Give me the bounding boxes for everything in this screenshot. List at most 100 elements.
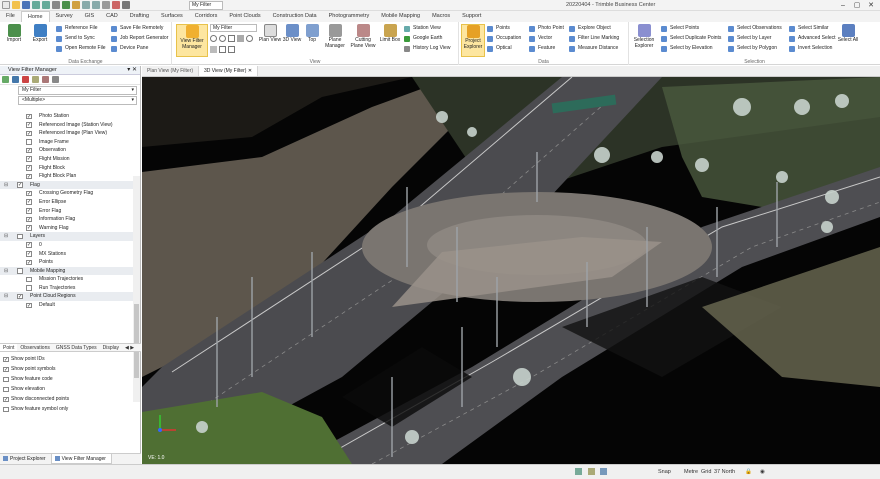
tree-row[interactable]: Flight Block (0, 164, 133, 173)
tree-checkbox[interactable] (26, 216, 32, 223)
lock-icon[interactable]: 🔒 (745, 469, 752, 475)
tree-row[interactable]: Points (0, 258, 133, 267)
redo-icon[interactable] (42, 1, 50, 9)
tree-checkbox[interactable] (26, 113, 32, 119)
tree-row[interactable]: Observation (0, 146, 133, 155)
plane-manager-button[interactable]: Plane Manager (322, 24, 348, 49)
tab-support[interactable]: Support (456, 11, 487, 22)
filter-settings-icon[interactable] (52, 76, 59, 83)
minimize-icon[interactable]: – (836, 0, 850, 11)
grid-indicator[interactable]: Grid (701, 468, 711, 476)
tab-home[interactable]: Home (20, 11, 50, 22)
tree-checkbox[interactable] (26, 130, 32, 137)
tab-construction-data[interactable]: Construction Data (267, 11, 323, 22)
paste-filter-icon[interactable] (42, 76, 49, 83)
ribbon-view-filter-combo[interactable]: My Filter (210, 24, 257, 32)
tab-observations[interactable]: Observations (17, 344, 52, 351)
zoom-extents-icon[interactable] (228, 35, 235, 42)
option-checkbox[interactable] (3, 366, 9, 372)
save-icon[interactable] (22, 1, 30, 9)
google-earth-button[interactable]: Google Earth (404, 34, 442, 43)
tree-checkbox[interactable] (26, 259, 32, 266)
close-tab-icon[interactable]: ✕ (248, 68, 252, 74)
save-filter-icon[interactable] (12, 76, 19, 83)
plan-view-button[interactable]: Plan View (258, 24, 282, 44)
tree-checkbox[interactable] (26, 251, 32, 257)
copy-filter-icon[interactable] (32, 76, 39, 83)
tree-group-layers[interactable]: ⊟ Layers (0, 232, 133, 241)
3d-viewport[interactable]: VE: 1.0 (142, 77, 880, 464)
select-similar-button[interactable]: Select Similar (789, 24, 829, 33)
vector-button[interactable]: Vector (529, 34, 552, 43)
filter-select[interactable]: My Filter (18, 86, 137, 95)
tree-checkbox[interactable] (17, 182, 23, 188)
measure-distance-button[interactable]: Measure Distance (569, 44, 618, 53)
export-button[interactable]: Export (28, 24, 52, 44)
collapse-icon[interactable]: ⊟ (4, 267, 8, 276)
tree-checkbox[interactable] (17, 293, 23, 300)
tree-checkbox[interactable] (26, 190, 32, 197)
tab-macros[interactable]: Macros (426, 11, 456, 22)
print-icon[interactable] (52, 1, 60, 9)
option-show-point-symbols[interactable]: Show point symbols (0, 364, 141, 374)
select-by-polygon-button[interactable]: Select by Polygon (728, 44, 777, 53)
tab-photogrammetry[interactable]: Photogrammetry (323, 11, 376, 22)
collapse-icon[interactable]: ⊟ (4, 292, 8, 301)
tree-checkbox[interactable] (26, 139, 32, 145)
zoom-out-icon[interactable] (219, 35, 226, 42)
tree-checkbox[interactable] (26, 147, 32, 154)
tab-point-clouds[interactable]: Point Clouds (223, 11, 266, 22)
option-checkbox[interactable] (3, 376, 9, 382)
gps-status-icon[interactable]: ◉ (760, 468, 765, 476)
import-icon[interactable] (62, 1, 70, 9)
tree-checkbox[interactable] (26, 242, 32, 248)
tree-checkbox[interactable] (26, 285, 32, 291)
view-filter-manager-button[interactable]: View Filter Manager (176, 24, 208, 57)
limit-box-button[interactable]: Limit Box (378, 24, 402, 44)
tree-row[interactable]: Image Frame (0, 138, 133, 147)
select-points-button[interactable]: Select Points (661, 24, 699, 33)
new-icon[interactable] (2, 1, 10, 9)
tab-file[interactable]: File (0, 11, 21, 22)
select-icon[interactable] (102, 1, 110, 9)
tab-project-explorer[interactable]: Project Explorer (0, 454, 51, 464)
tree-row[interactable]: Flight Mission (0, 155, 133, 164)
tree-row[interactable]: Information Flag (0, 215, 133, 224)
measure-icon[interactable] (112, 1, 120, 9)
select-by-elevation-button[interactable]: Select by Elevation (661, 44, 713, 53)
station-view-button[interactable]: Station View (404, 24, 441, 33)
tab-point[interactable]: Point (0, 344, 18, 351)
collapse-icon[interactable]: ⊟ (4, 181, 8, 190)
tree-checkbox[interactable] (26, 173, 32, 180)
tree-row[interactable]: Mission Trajectories (0, 275, 133, 284)
save-file-remotely-button[interactable]: Save File Remotely (111, 24, 163, 33)
tree-row[interactable]: Error Flag (0, 207, 133, 216)
tree-row[interactable]: Referenced Image (Station View) (0, 121, 133, 130)
zoom-in-icon[interactable] (210, 35, 217, 42)
zoom-icon[interactable] (82, 1, 90, 9)
tree-checkbox[interactable] (17, 268, 23, 274)
option-show-disconnected-points[interactable]: Show disconnected points (0, 394, 141, 404)
tab-mobile-mapping[interactable]: Mobile Mapping (375, 11, 426, 22)
option-checkbox[interactable] (3, 386, 9, 392)
close-icon[interactable]: ✕ (864, 0, 878, 11)
tree-row[interactable]: Warning Flag (0, 224, 133, 233)
collapse-icon[interactable]: ⊟ (4, 232, 8, 241)
option-show-feature-symbol-only[interactable]: Show feature symbol only (0, 404, 141, 414)
tab-scroll-arrows[interactable]: ◀ ▶ (122, 344, 137, 351)
tree-group-flag[interactable]: ⊟ Flag (0, 180, 133, 190)
option-show-elevation[interactable]: Show elevation (0, 384, 141, 394)
import-button[interactable]: Import (2, 24, 26, 44)
coordinate-system-icon[interactable] (575, 468, 582, 475)
view-filter-combo[interactable]: My Filter (189, 1, 223, 10)
send-to-sync-button[interactable]: Send to Sync (56, 34, 95, 43)
tree-row[interactable]: Referenced Image (Plan View) (0, 129, 133, 138)
optical-button[interactable]: Optical (487, 44, 512, 53)
open-icon[interactable] (12, 1, 20, 9)
tree-checkbox[interactable] (26, 225, 32, 231)
panel-close-icon[interactable]: ▾ ✕ (127, 66, 137, 75)
maximize-icon[interactable]: ▢ (850, 0, 864, 11)
tree-row[interactable]: MX Stations (0, 250, 133, 259)
multiple-select[interactable]: <Multiple> (18, 96, 137, 105)
tree-checkbox[interactable] (17, 233, 23, 240)
